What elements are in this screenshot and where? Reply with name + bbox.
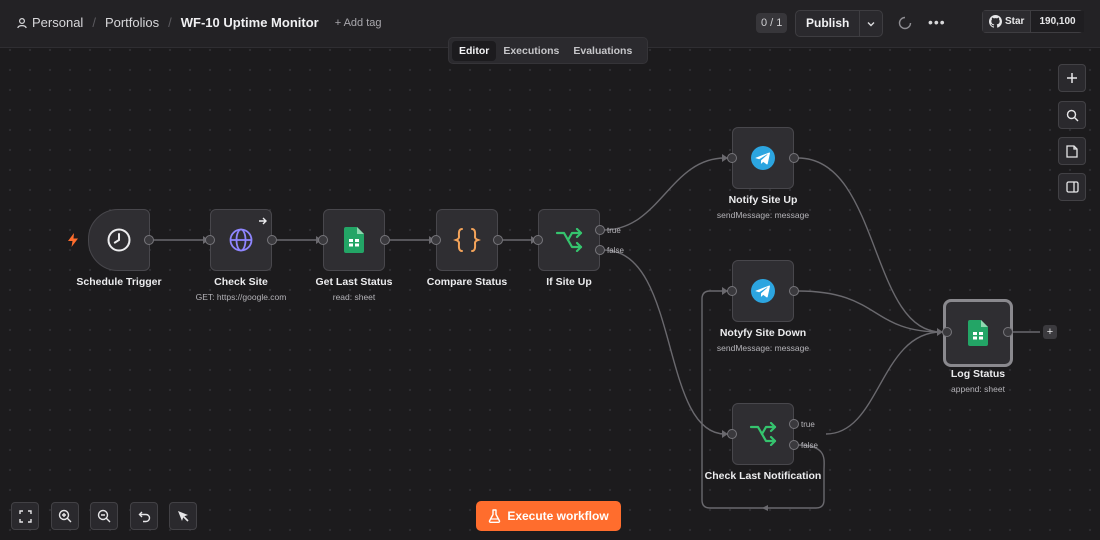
input-port[interactable]: [727, 286, 737, 296]
breadcrumb-separator: /: [92, 15, 96, 30]
zoom-out-icon: [97, 509, 111, 523]
input-port[interactable]: [431, 235, 441, 245]
github-icon: [989, 15, 1002, 28]
output-port[interactable]: [493, 235, 503, 245]
pointer-mode-button[interactable]: [169, 502, 197, 530]
output-port-false[interactable]: [595, 245, 605, 255]
plus-icon: [1067, 73, 1077, 83]
output-port-true[interactable]: [595, 225, 605, 235]
branch-icon: [749, 422, 777, 446]
execute-workflow-label: Execute workflow: [507, 509, 609, 523]
workflow-name[interactable]: WF-10 Uptime Monitor: [181, 15, 319, 30]
input-port[interactable]: [318, 235, 328, 245]
execute-workflow-button[interactable]: Execute workflow: [476, 501, 621, 531]
undo-icon: [138, 511, 150, 522]
pointer-icon: [178, 511, 189, 522]
node-subtitle: sendMessage: message: [716, 210, 810, 220]
spinner-icon: [898, 16, 912, 30]
node-label: Log Status: [950, 368, 1006, 380]
node-subtitle: sendMessage: message: [716, 343, 810, 353]
fit-view-button[interactable]: [11, 502, 39, 530]
tab-evaluations[interactable]: Evaluations: [566, 41, 639, 61]
add-node-panel-button[interactable]: [1058, 64, 1086, 92]
node-get-last-status[interactable]: [323, 209, 385, 271]
search-nodes-button[interactable]: [1058, 101, 1086, 129]
sheets-icon: [344, 227, 364, 253]
reset-zoom-button[interactable]: [130, 502, 158, 530]
fit-view-icon: [18, 509, 32, 523]
node-notify-site-down[interactable]: [732, 260, 794, 322]
node-label: Check Last Notification: [704, 470, 822, 482]
add-tag-button[interactable]: + Add tag: [335, 17, 382, 29]
node-label: Notyfy Site Down: [719, 327, 807, 339]
breadcrumb-portfolios[interactable]: Portfolios: [105, 15, 159, 30]
node-label: If Site Up: [546, 276, 592, 288]
chevron-down-icon: [867, 21, 875, 26]
add-node-button[interactable]: +: [1043, 325, 1057, 339]
output-port[interactable]: [380, 235, 390, 245]
node-schedule-trigger[interactable]: [88, 209, 150, 271]
more-options-icon[interactable]: •••: [928, 14, 946, 30]
braces-icon: [453, 228, 481, 252]
output-port[interactable]: [267, 235, 277, 245]
github-star-count: 190,100: [1031, 11, 1084, 32]
zoom-in-button[interactable]: [51, 502, 79, 530]
output-port[interactable]: [1003, 327, 1013, 337]
node-label: Notify Site Up: [728, 194, 798, 206]
output-port[interactable]: [144, 235, 154, 245]
telegram-icon: [751, 279, 775, 303]
user-icon: [17, 17, 27, 28]
telegram-icon: [751, 146, 775, 170]
flask-icon: [489, 509, 501, 523]
node-if-site-up[interactable]: [538, 209, 600, 271]
input-port[interactable]: [727, 153, 737, 163]
sticky-note-icon: [1066, 144, 1078, 158]
output-port[interactable]: [789, 286, 799, 296]
clock-icon: [107, 228, 131, 252]
breadcrumb-separator: /: [168, 15, 172, 30]
publish-options-button[interactable]: [860, 19, 882, 29]
bolt-icon: [68, 233, 78, 247]
node-subtitle: append: sheet: [951, 384, 1005, 394]
publish-button[interactable]: Publish: [796, 11, 861, 36]
view-tabs: Editor Executions Evaluations: [448, 37, 648, 64]
tab-editor[interactable]: Editor: [452, 40, 497, 61]
node-check-last-notification[interactable]: [732, 403, 794, 465]
zoom-out-button[interactable]: [90, 502, 118, 530]
panel-icon: [1065, 181, 1079, 193]
add-sticky-note-button[interactable]: [1058, 137, 1086, 165]
input-port[interactable]: [727, 429, 737, 439]
tab-executions[interactable]: Executions: [496, 41, 566, 61]
output-port-true[interactable]: [789, 419, 799, 429]
node-compare-status[interactable]: [436, 209, 498, 271]
input-port[interactable]: [205, 235, 215, 245]
output-port-false[interactable]: [789, 440, 799, 450]
output-port[interactable]: [789, 153, 799, 163]
branch-label-true: true: [607, 226, 621, 235]
node-notify-site-up[interactable]: [732, 127, 794, 189]
sheets-icon: [968, 320, 988, 346]
github-star-button[interactable]: Star: [983, 11, 1032, 32]
branch-label-true: true: [801, 420, 815, 429]
arrow-right-icon[interactable]: [258, 216, 268, 226]
globe-icon: [229, 228, 253, 252]
input-port[interactable]: [942, 327, 952, 337]
branch-label-false: false: [607, 246, 624, 255]
branch-label-false: false: [801, 441, 818, 450]
connection: [797, 157, 942, 333]
connection: [825, 331, 942, 435]
github-star-widget[interactable]: Star 190,100: [982, 10, 1084, 33]
zoom-in-icon: [58, 509, 72, 523]
toggle-panel-button[interactable]: [1058, 173, 1086, 201]
breadcrumb-personal[interactable]: Personal: [32, 15, 83, 30]
branch-icon: [555, 228, 583, 252]
version-counter: 0 / 1: [756, 13, 788, 33]
github-star-label: Star: [1005, 16, 1025, 27]
publish-button-group: Publish: [795, 10, 883, 37]
input-port[interactable]: [533, 235, 543, 245]
breadcrumb: Personal / Portfolios / WF-10 Uptime Mon…: [16, 15, 382, 30]
search-icon: [1066, 109, 1078, 121]
node-subtitle: read: sheet: [332, 292, 376, 302]
